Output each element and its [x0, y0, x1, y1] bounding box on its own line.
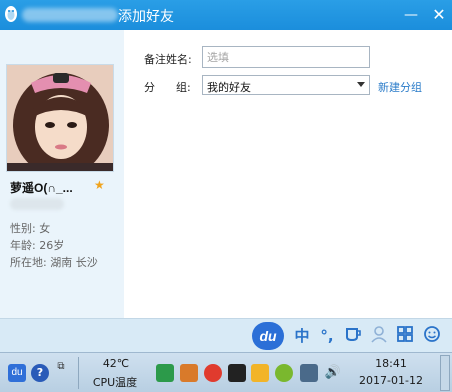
- group-select[interactable]: 我的好友: [202, 75, 370, 95]
- location-row: 所在地: 湖南 长沙: [10, 254, 98, 270]
- device-icon[interactable]: [300, 364, 318, 382]
- avatar-photo: [7, 65, 113, 171]
- minimize-button[interactable]: —: [400, 4, 422, 26]
- ime-punctuation[interactable]: °,: [316, 325, 338, 347]
- show-desktop-button[interactable]: [440, 355, 450, 391]
- ime-toolbar: du 中 °,: [0, 318, 452, 352]
- ime-chinese-mode[interactable]: 中: [291, 325, 313, 347]
- window-switch-icon[interactable]: ⧉: [55, 361, 67, 373]
- music-icon[interactable]: [204, 364, 222, 382]
- grid-icon[interactable]: [394, 325, 416, 347]
- cpu-temp-label: CPU温度: [92, 376, 138, 389]
- star-icon: ★: [94, 178, 105, 192]
- remark-input[interactable]: [202, 46, 370, 68]
- avatar[interactable]: [6, 64, 114, 172]
- smile-icon[interactable]: [421, 325, 443, 347]
- group-select-value: 我的好友: [207, 81, 251, 94]
- blurred-nickname: [22, 8, 118, 22]
- window-title: 添加好友: [118, 9, 174, 25]
- age-label: 年龄:: [10, 239, 36, 252]
- network-icon[interactable]: [180, 364, 198, 382]
- location-value: 湖南 长沙: [50, 256, 98, 269]
- age-value: 26岁: [39, 239, 65, 252]
- chevron-down-icon: [357, 82, 365, 87]
- gender-label: 性别:: [10, 222, 36, 235]
- baidu-ime-tray-icon[interactable]: du: [8, 364, 26, 382]
- du-logo[interactable]: du: [252, 322, 284, 350]
- qq-alt-icon[interactable]: [251, 364, 269, 382]
- new-group-link[interactable]: 新建分组: [378, 79, 422, 95]
- user-icon[interactable]: [368, 325, 390, 347]
- title-bar: 添加好友 — ✕: [0, 0, 452, 30]
- group-label: 分 组:: [144, 81, 191, 94]
- age-row: 年龄: 26岁: [10, 237, 64, 253]
- volume-icon[interactable]: 🔊: [324, 364, 342, 382]
- nickname-row: 萝遥O(∩_... ★: [10, 178, 120, 197]
- qq-icon[interactable]: [228, 364, 246, 382]
- close-button[interactable]: ✕: [428, 4, 450, 26]
- taskbar: du ? ⧉ 42℃ CPU温度 🔊 18:41 2017-01-12: [0, 352, 452, 392]
- gender-row: 性别: 女: [10, 220, 50, 236]
- gender-value: 女: [39, 222, 51, 235]
- remark-label: 备注姓名:: [144, 53, 192, 66]
- qq-penguin-icon: [5, 6, 17, 22]
- help-icon[interactable]: ?: [31, 364, 49, 382]
- shield-icon[interactable]: [156, 364, 174, 382]
- clock-time[interactable]: 18:41: [366, 357, 416, 370]
- nickname: 萝遥O(∩_...: [10, 181, 73, 195]
- blurred-account: [10, 198, 64, 210]
- taskbar-separator: [78, 357, 79, 389]
- cpu-temp: 42℃: [102, 357, 130, 370]
- clock-date[interactable]: 2017-01-12: [356, 374, 426, 387]
- location-label: 所在地:: [10, 256, 47, 269]
- profile-panel: 萝遥O(∩_... ★ 性别: 女 年龄: 26岁 所在地: 湖南 长沙: [0, 30, 124, 318]
- add-friend-window: 添加好友 — ✕ 萝遥O(∩_... ★ 性别: 女 年龄: 26岁 所在地: …: [0, 0, 452, 392]
- cup-icon[interactable]: [342, 325, 364, 347]
- update-icon[interactable]: [275, 364, 293, 382]
